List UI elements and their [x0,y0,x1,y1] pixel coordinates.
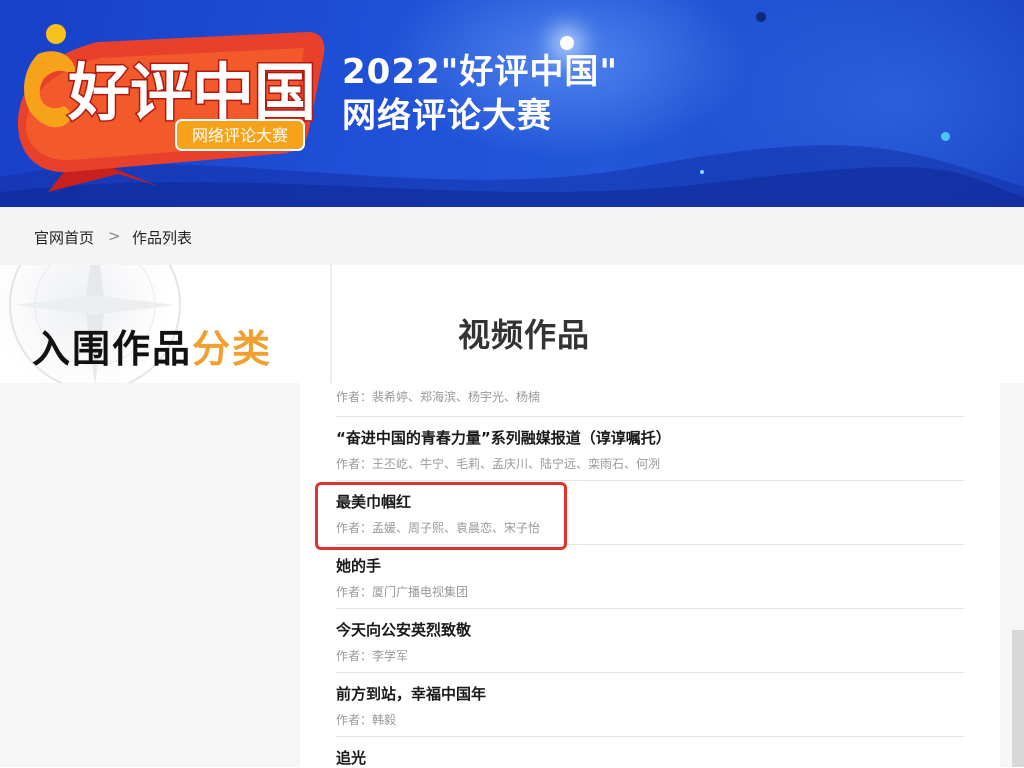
work-authors: 作者：韩毅 [336,713,397,727]
vertical-divider [330,265,332,383]
work-item[interactable]: 追光 [336,747,964,768]
top-banner: 好评中国 网络评论大赛 2022"好评中国" 网络评论大赛 [0,0,1024,207]
breadcrumb: 官网首页 > 作品列表 [0,207,1024,265]
list-divider [336,416,964,417]
work-item[interactable]: “奋进中国的青春力量”系列融媒报道（谆谆嘱托） 作者：王丕屹、牛宁、毛莉、孟庆川… [336,427,964,472]
work-title[interactable]: 她的手 [336,555,964,576]
work-authors: 作者：王丕屹、牛宁、毛莉、孟庆川、陆宁远、栾雨石、何冽 [336,457,661,471]
banner-title-line1: 2022"好评中国" [342,52,619,92]
breadcrumb-current: 作品列表 [132,229,193,247]
breadcrumb-home-link[interactable]: 官网首页 [34,227,94,248]
work-authors: 作者：厦门广播电视集团 [336,585,469,599]
decor-dot [700,170,704,174]
category-title-main: 入围作品 [32,327,193,371]
decor-sparkle [560,36,574,50]
work-authors: 作者：裴希婷、郑海滨、杨宇光、杨楠 [336,390,541,404]
decor-dot [941,132,950,141]
list-divider [336,608,964,609]
breadcrumb-separator: > [108,227,121,245]
work-item[interactable]: 前方到站，幸福中国年 作者：韩毅 [336,683,964,728]
logo-main-text: 好评中国 [67,56,316,129]
work-title[interactable]: 追光 [336,747,964,768]
side-scroll-edge [1012,630,1024,767]
decor-dot [756,12,766,22]
work-authors: 作者：李学军 [336,649,409,663]
category-title-highlight: 分类 [192,327,273,371]
work-title[interactable]: 今天向公安英烈致敬 [336,619,964,640]
work-title[interactable]: 前方到站，幸福中国年 [336,683,964,704]
work-item[interactable]: 今天向公安英烈致敬 作者：李学军 [336,619,964,664]
list-divider [336,736,964,737]
banner-title: 2022"好评中国" 网络评论大赛 [342,50,618,138]
logo-sub-text: 网络评论大赛 [192,126,288,145]
banner-title-line2: 网络评论大赛 [342,96,552,136]
work-item[interactable]: 她的手 作者：厦门广播电视集团 [336,555,964,600]
work-item[interactable]: 作者：裴希婷、郑海滨、杨宇光、杨楠 [336,388,964,405]
haoping-zhongguo-logo: 好评中国 网络评论大赛 [18,24,325,192]
category-title: 入围作品分类 [32,318,272,373]
highlight-annotation-box [315,482,567,550]
list-divider [336,480,964,481]
section-title: 视频作品 [458,316,591,354]
work-title[interactable]: “奋进中国的青春力量”系列融媒报道（谆谆嘱托） [336,427,964,448]
list-divider [336,672,964,673]
